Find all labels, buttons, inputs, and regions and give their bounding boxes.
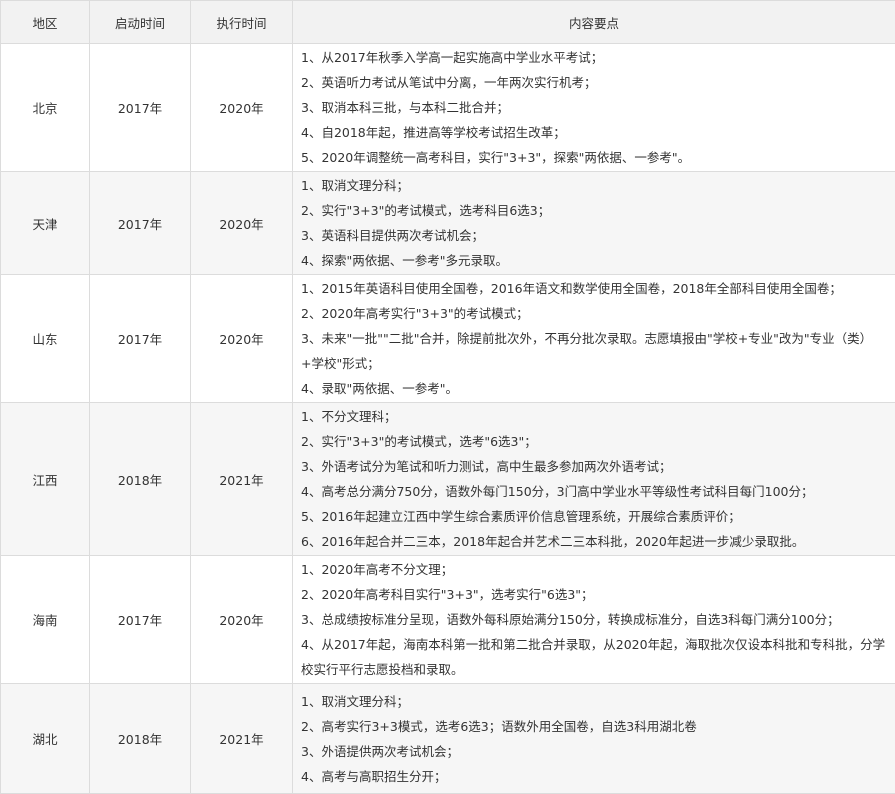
table-row: 江西 2018年 2021年 1、不分文理科； 2、实行"3+3"的考试模式，选… xyxy=(1,403,895,556)
cell-exec-time: 2020年 xyxy=(191,172,293,275)
content-line: 4、高考总分满分750分，语数外每门150分，3门高中学业水平等级性考试科目每门… xyxy=(301,479,891,504)
cell-region: 山东 xyxy=(1,275,90,403)
content-line: 1、2015年英语科目使用全国卷，2016年语文和数学使用全国卷，2018年全部… xyxy=(301,276,891,301)
content-line: 3、取消本科三批，与本科二批合并； xyxy=(301,95,891,120)
reform-table: 地区 启动时间 执行时间 内容要点 北京 2017年 2020年 1、从2017… xyxy=(0,0,895,794)
content-line: 4、探索"两依据、一参考"多元录取。 xyxy=(301,248,891,273)
cell-exec-time: 2020年 xyxy=(191,556,293,684)
content-line: 1、不分文理科； xyxy=(301,404,891,429)
content-line: 5、2020年调整统一高考科目，实行"3+3"，探索"两依据、一参考"。 xyxy=(301,145,891,170)
content-line: 6、2016年起合并二三本，2018年起合并艺术二三本科批，2020年起进一步减… xyxy=(301,529,891,554)
content-line: 2、英语听力考试从笔试中分离，一年两次实行机考； xyxy=(301,70,891,95)
content-line: 1、从2017年秋季入学高一起实施高中学业水平考试； xyxy=(301,45,891,70)
cell-content: 1、取消文理分科； 2、高考实行3+3模式，选考6选3；语数外用全国卷，自选3科… xyxy=(293,684,895,794)
cell-exec-time: 2020年 xyxy=(191,44,293,172)
header-region: 地区 xyxy=(1,1,90,44)
table-row: 天津 2017年 2020年 1、取消文理分科； 2、实行"3+3"的考试模式，… xyxy=(1,172,895,275)
cell-exec-time: 2020年 xyxy=(191,275,293,403)
cell-content: 1、2020年高考不分文理； 2、2020年高考科目实行"3+3"，选考实行"6… xyxy=(293,556,895,684)
cell-exec-time: 2021年 xyxy=(191,684,293,794)
header-content: 内容要点 xyxy=(293,1,895,44)
cell-start-time: 2018年 xyxy=(90,403,191,556)
cell-content: 1、不分文理科； 2、实行"3+3"的考试模式，选考"6选3"； 3、外语考试分… xyxy=(293,403,895,556)
cell-content: 1、从2017年秋季入学高一起实施高中学业水平考试； 2、英语听力考试从笔试中分… xyxy=(293,44,895,172)
cell-start-time: 2018年 xyxy=(90,684,191,794)
cell-region: 海南 xyxy=(1,556,90,684)
content-line: 3、外语提供两次考试机会； xyxy=(301,739,891,764)
header-exec-time: 执行时间 xyxy=(191,1,293,44)
cell-start-time: 2017年 xyxy=(90,275,191,403)
cell-content: 1、2015年英语科目使用全国卷，2016年语文和数学使用全国卷，2018年全部… xyxy=(293,275,895,403)
cell-region: 北京 xyxy=(1,44,90,172)
content-line: 3、外语考试分为笔试和听力测试，高中生最多参加两次外语考试； xyxy=(301,454,891,479)
table-row: 湖北 2018年 2021年 1、取消文理分科； 2、高考实行3+3模式，选考6… xyxy=(1,684,895,794)
content-line: 3、总成绩按标准分呈现，语数外每科原始满分150分，转换成标准分，自选3科每门满… xyxy=(301,607,891,632)
cell-content: 1、取消文理分科； 2、实行"3+3"的考试模式，选考科目6选3； 3、英语科目… xyxy=(293,172,895,275)
content-line: 1、取消文理分科； xyxy=(301,689,891,714)
cell-start-time: 2017年 xyxy=(90,44,191,172)
table-row: 山东 2017年 2020年 1、2015年英语科目使用全国卷，2016年语文和… xyxy=(1,275,895,403)
table-row: 海南 2017年 2020年 1、2020年高考不分文理； 2、2020年高考科… xyxy=(1,556,895,684)
header-start-time: 启动时间 xyxy=(90,1,191,44)
content-line: 3、英语科目提供两次考试机会； xyxy=(301,223,891,248)
content-line: 4、录取"两依据、一参考"。 xyxy=(301,376,891,401)
content-line: 2、2020年高考科目实行"3+3"，选考实行"6选3"； xyxy=(301,582,891,607)
cell-start-time: 2017年 xyxy=(90,556,191,684)
content-line: 2、2020年高考实行"3+3"的考试模式； xyxy=(301,301,891,326)
header-row: 地区 启动时间 执行时间 内容要点 xyxy=(1,1,895,44)
cell-region: 天津 xyxy=(1,172,90,275)
table-row: 北京 2017年 2020年 1、从2017年秋季入学高一起实施高中学业水平考试… xyxy=(1,44,895,172)
content-line: 2、实行"3+3"的考试模式，选考"6选3"； xyxy=(301,429,891,454)
cell-exec-time: 2021年 xyxy=(191,403,293,556)
content-line: 5、2016年起建立江西中学生综合素质评价信息管理系统，开展综合素质评价； xyxy=(301,504,891,529)
cell-region: 江西 xyxy=(1,403,90,556)
content-line: 1、2020年高考不分文理； xyxy=(301,557,891,582)
content-line: 1、取消文理分科； xyxy=(301,173,891,198)
content-line: 4、自2018年起，推进高等学校考试招生改革； xyxy=(301,120,891,145)
content-line: 2、实行"3+3"的考试模式，选考科目6选3； xyxy=(301,198,891,223)
content-line: 4、从2017年起，海南本科第一批和第二批合并录取，从2020年起，海取批次仅设… xyxy=(301,632,891,682)
content-line: 4、高考与高职招生分开； xyxy=(301,764,891,789)
content-line: 3、未来"一批""二批"合并，除提前批次外，不再分批次录取。志愿填报由"学校+专… xyxy=(301,326,891,376)
cell-region: 湖北 xyxy=(1,684,90,794)
cell-start-time: 2017年 xyxy=(90,172,191,275)
content-line: 2、高考实行3+3模式，选考6选3；语数外用全国卷，自选3科用湖北卷 xyxy=(301,714,891,739)
